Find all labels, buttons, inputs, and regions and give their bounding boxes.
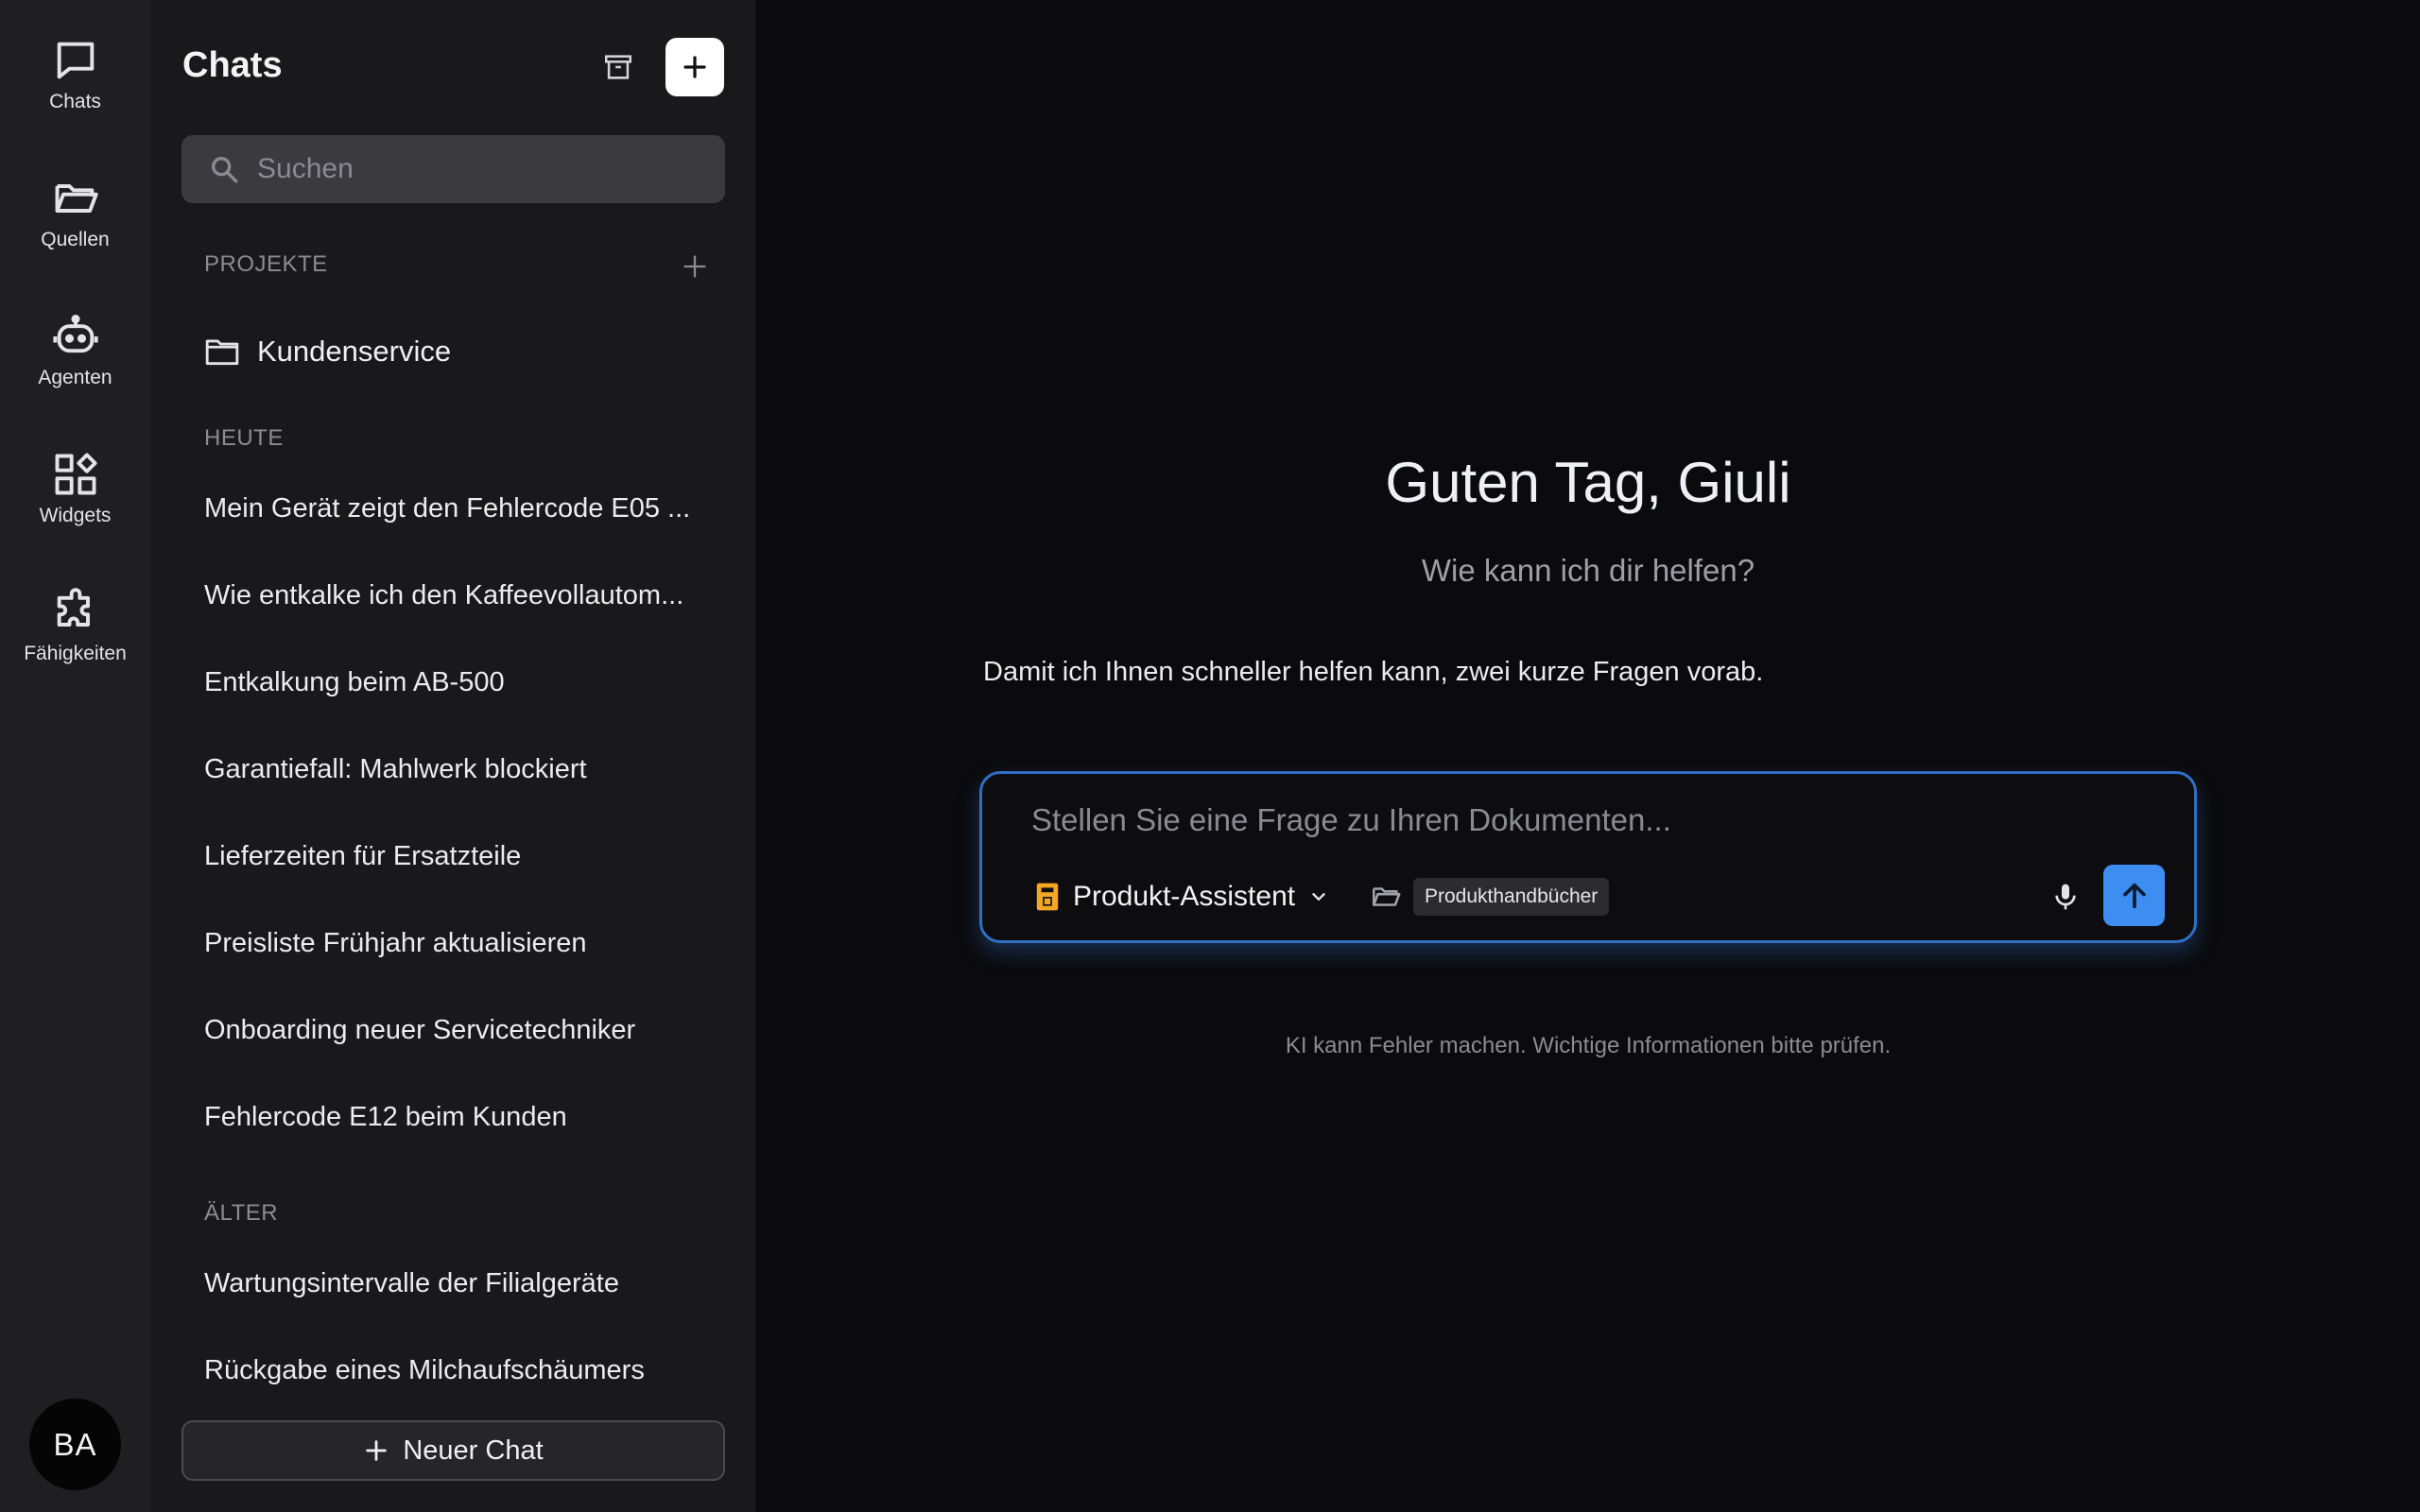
widgets-icon	[55, 453, 97, 495]
message-input[interactable]	[1031, 802, 2118, 838]
ai-disclaimer: KI kann Fehler machen. Wichtige Informat…	[1285, 1033, 1892, 1058]
archive-icon	[604, 55, 632, 79]
plus-icon	[683, 56, 706, 78]
rail-item-faehigkeiten[interactable]: Fähigkeiten	[0, 588, 150, 701]
search-box	[182, 135, 725, 203]
rail-label-agenten: Agenten	[38, 367, 112, 388]
folder-open-icon	[1372, 887, 1401, 906]
search-icon	[211, 156, 238, 183]
project-label: Kundenservice	[257, 335, 452, 368]
plus-icon	[366, 1440, 388, 1461]
search-input[interactable]	[257, 153, 725, 185]
archive-button[interactable]	[595, 43, 642, 91]
rail-label-widgets: Widgets	[39, 505, 112, 526]
avatar[interactable]: BA	[29, 1399, 121, 1490]
chat-list-item[interactable]: Onboarding neuer Servicetechniker	[204, 1015, 715, 1046]
panel-title: Chats	[182, 45, 283, 85]
chat-list-panel: Chats PROJEKTE Kundenservice HEUTE Mein …	[150, 0, 755, 1512]
today-header: HEUTE	[204, 425, 284, 451]
composer: Produkt-Assistent Produkthandbücher	[979, 771, 2197, 943]
microphone-icon	[2055, 884, 2076, 910]
agent-name: Produkt-Assistent	[1073, 881, 1296, 912]
send-button[interactable]	[2103, 865, 2165, 926]
rail-item-widgets[interactable]: Widgets	[0, 450, 150, 563]
source-tag[interactable]: Produkthandbücher	[1413, 878, 1610, 916]
new-chat-icon-button[interactable]	[666, 38, 724, 96]
app-window: Chats Quellen Agenten Widgets Fähigkeite…	[0, 0, 2420, 1512]
chat-list-item[interactable]: Entkalkung beim AB-500	[204, 667, 715, 698]
subtitle: Wie kann ich dir helfen?	[1421, 553, 1755, 588]
chat-list-item[interactable]: Lieferzeiten für Ersatzteile	[204, 841, 715, 872]
chat-bubble-icon	[57, 42, 94, 79]
projects-header: PROJEKTE	[204, 251, 328, 277]
arrow-up-icon	[2122, 883, 2146, 908]
new-chat-button[interactable]: Neuer Chat	[182, 1420, 725, 1481]
agent-selector[interactable]: Produkt-Assistent	[1035, 876, 1329, 918]
microphone-button[interactable]	[2045, 876, 2086, 918]
chat-list-item[interactable]: Wie entkalke ich den Kaffeevollautom...	[204, 580, 715, 611]
rail-label-faehigkeiten: Fähigkeiten	[24, 643, 127, 664]
icon-rail: Chats Quellen Agenten Widgets Fähigkeite…	[0, 0, 150, 1512]
older-header: ÄLTER	[204, 1200, 279, 1226]
coffee-machine-icon	[1036, 883, 1059, 911]
folder-icon	[205, 339, 239, 366]
chat-list-item[interactable]: Preisliste Frühjahr aktualisieren	[204, 928, 715, 959]
chat-list-item[interactable]: Rückgabe eines Milchaufschäumers	[204, 1355, 715, 1386]
folder-open-icon	[55, 184, 98, 213]
puzzle-icon	[57, 588, 90, 627]
new-chat-label: Neuer Chat	[403, 1435, 544, 1466]
plus-icon	[683, 255, 706, 278]
robot-icon	[52, 315, 98, 353]
chat-list-item[interactable]: Wartungsintervalle der Filialgeräte	[204, 1268, 715, 1299]
add-project-button[interactable]	[676, 248, 714, 285]
chat-list-item[interactable]: Garantiefall: Mahlwerk blockiert	[204, 754, 715, 785]
rail-item-agenten[interactable]: Agenten	[0, 312, 150, 425]
greeting: Guten Tag, Giuli	[1385, 451, 1791, 514]
project-item-kundenservice[interactable]: Kundenservice	[204, 328, 715, 375]
rail-item-quellen[interactable]: Quellen	[0, 174, 150, 287]
rail-item-chats[interactable]: Chats	[0, 36, 150, 149]
intro-message: Damit ich Ihnen schneller helfen kann, z…	[983, 657, 1764, 687]
chat-list-item[interactable]: Mein Gerät zeigt den Fehlercode E05 ...	[204, 493, 715, 524]
rail-label-chats: Chats	[49, 91, 101, 112]
chevron-down-icon	[1312, 893, 1325, 901]
chat-list-item[interactable]: Fehlercode E12 beim Kunden	[204, 1102, 715, 1133]
rail-label-quellen: Quellen	[41, 229, 110, 250]
